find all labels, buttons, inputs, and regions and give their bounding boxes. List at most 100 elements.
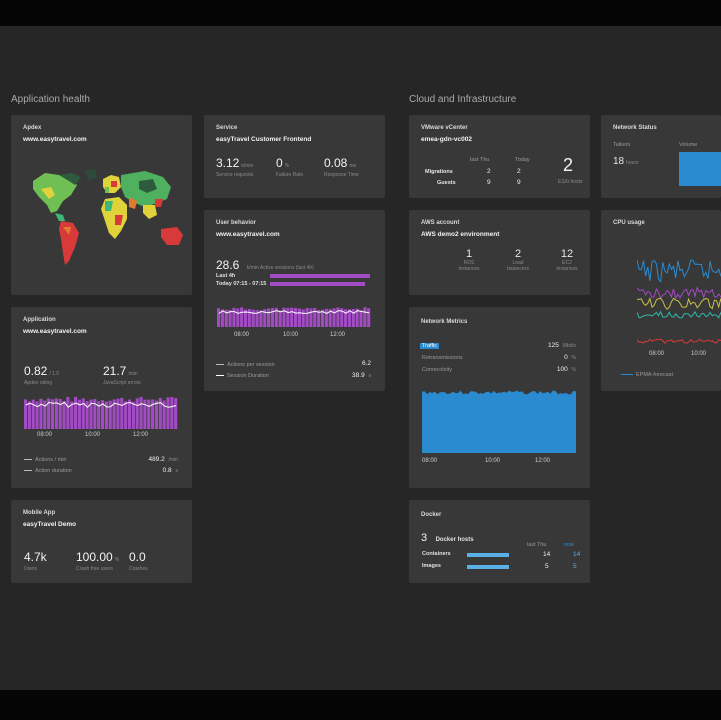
chart-bar (301, 309, 305, 327)
row-label-migrations: Migrations (425, 169, 453, 175)
images-now: 5 (573, 563, 577, 570)
containers-last-thu: 14 (543, 551, 551, 558)
connectivity-value: 100 % (556, 366, 576, 373)
chart-bar (108, 400, 112, 429)
world-map[interactable] (11, 115, 192, 295)
chart-bar (170, 397, 174, 429)
images-bar (467, 565, 509, 569)
metric-value: 0.0 (129, 550, 146, 564)
application-tile[interactable]: Application www.easytravel.com 0.82/ 1.0… (11, 307, 192, 488)
network-status-tile[interactable]: Network Status Talkers 18 hours Volume (601, 115, 721, 198)
chart-bar (174, 397, 178, 429)
metric-value: 12 (560, 248, 574, 260)
chart-bar (351, 308, 355, 327)
stat-label-action-duration: Action duration (24, 468, 72, 474)
section-title-cloud-infrastructure: Cloud and Infrastructure (409, 94, 517, 105)
chart-bar (66, 396, 70, 429)
metric-value: 3.12 (216, 156, 240, 170)
x-tick: 10:00 (691, 351, 707, 357)
x-tick: 08:00 (422, 458, 438, 464)
user-behavior-tile[interactable]: User behavior www.easytravel.com 28.6 k/… (204, 210, 385, 391)
vmware-vcenter-tile[interactable]: VMware vCenter emea-gdn-vc002 last Thu T… (409, 115, 590, 198)
chart-bar (278, 310, 282, 327)
chart-bar (116, 398, 120, 429)
load-balancers-metric: 2 Load balancers (503, 248, 533, 272)
tile-title: Docker (421, 512, 442, 518)
guests-today: 9 (517, 179, 521, 186)
chart-bar (324, 308, 328, 327)
metric-label: Users (24, 566, 38, 572)
crash-free-metric: 100.00% Crash free users (76, 548, 119, 572)
col-header-last-thu: last Thu (527, 542, 547, 548)
mobile-app-tile[interactable]: Mobile App easyTravel Demo 4.7k Users 10… (11, 500, 192, 583)
chart-bar (259, 310, 263, 327)
user-behavior-chart[interactable] (217, 305, 371, 327)
chart-bar (27, 401, 31, 429)
x-tick: 08:00 (234, 332, 250, 338)
chart-bar (43, 400, 47, 429)
cpu-series-line (637, 296, 721, 311)
metric-label: JavaScript errors (103, 380, 141, 386)
chart-bar (363, 307, 367, 327)
active-sessions-metric: 28.6 k/min Active sessions (last 4h) (216, 256, 314, 274)
metric-label: Apdex rating (24, 380, 53, 386)
chart-bar (62, 401, 66, 429)
stat-value-actions: 489.2 /min (148, 456, 178, 463)
chart-bar (309, 308, 313, 327)
metric-label: Docker hosts (435, 537, 474, 543)
aws-account-tile[interactable]: AWS account AWS demo2 environment 1 RDS … (409, 210, 590, 295)
chart-bar (286, 307, 290, 327)
apdex-tile[interactable]: Apdex www.easytravel.com (11, 115, 192, 295)
chart-bar (135, 398, 139, 429)
volume-bar (679, 152, 721, 186)
cpu-usage-tile[interactable]: CPU usage 08:00 10:00 EPMA-forecast (601, 210, 721, 391)
response-time-metric: 0.08 ms Response Time (324, 154, 360, 178)
talkers-metric: 18 hours (613, 151, 639, 169)
ec2-metric: 12 EC2 instances (552, 248, 582, 272)
chart-bar (313, 308, 317, 327)
x-tick: 12:00 (535, 458, 551, 464)
application-chart[interactable] (24, 393, 178, 429)
chart-bar (39, 398, 43, 429)
stat-value-action-duration: 0.8 s (162, 467, 178, 474)
rds-metric: 1 RDS instances (454, 248, 484, 272)
metric-label: Crashes (129, 566, 148, 572)
metric-unit: k/min (241, 163, 254, 169)
traffic-area (422, 390, 576, 453)
tile-subtitle: AWS demo2 environment (421, 231, 500, 238)
chart-bar (305, 307, 309, 327)
metric-label: Failure Rate (276, 172, 304, 178)
docker-tile[interactable]: Docker 3 Docker hosts last Thu now Conta… (409, 500, 590, 583)
metric-label: k/min Active sessions (last 4h) (246, 265, 314, 271)
chart-bar (290, 307, 294, 327)
metric-value: 3 (421, 532, 428, 544)
row-label-last4h: Last 4h (216, 273, 236, 279)
crashes-metric: 0.0 Crashes (129, 548, 148, 572)
row-label-containers: Containers (422, 551, 451, 557)
cpu-legend: EPMA-forecast (621, 372, 673, 378)
retransmissions-value: 0 % (564, 354, 576, 361)
volume-label: Volume (679, 142, 698, 148)
tile-title: VMware vCenter (421, 125, 468, 131)
cpu-series-line (637, 338, 721, 344)
metric-label: Load balancers (507, 260, 529, 272)
tile-title: Network Metrics (421, 319, 468, 325)
chart-bar (147, 399, 151, 429)
cpu-usage-chart[interactable] (637, 240, 721, 350)
metric-unit: /min (128, 371, 138, 377)
tile-title: Mobile App (23, 510, 56, 516)
docker-hosts-metric: 3 Docker hosts (421, 528, 474, 546)
last4h-bar (270, 274, 370, 278)
row-label-traffic[interactable]: Traffic (420, 343, 439, 349)
chart-bar (120, 397, 124, 429)
network-metrics-tile[interactable]: Network Metrics Traffic 125 Mbit/s Retra… (409, 307, 590, 488)
failure-rate-metric: 0% Failure Rate (276, 154, 306, 178)
service-tile[interactable]: Service easyTravel Customer Frontend 3.1… (204, 115, 385, 198)
metric-value: 0 (276, 156, 283, 170)
network-traffic-chart[interactable] (422, 385, 576, 453)
chart-bar (240, 307, 244, 327)
metric-value: 18 (613, 156, 625, 167)
metric-value: 2 (514, 248, 522, 260)
tile-subtitle: easyTravel Demo (23, 521, 77, 528)
row-label-today: Today 07:15 - 07:15 (216, 281, 267, 287)
